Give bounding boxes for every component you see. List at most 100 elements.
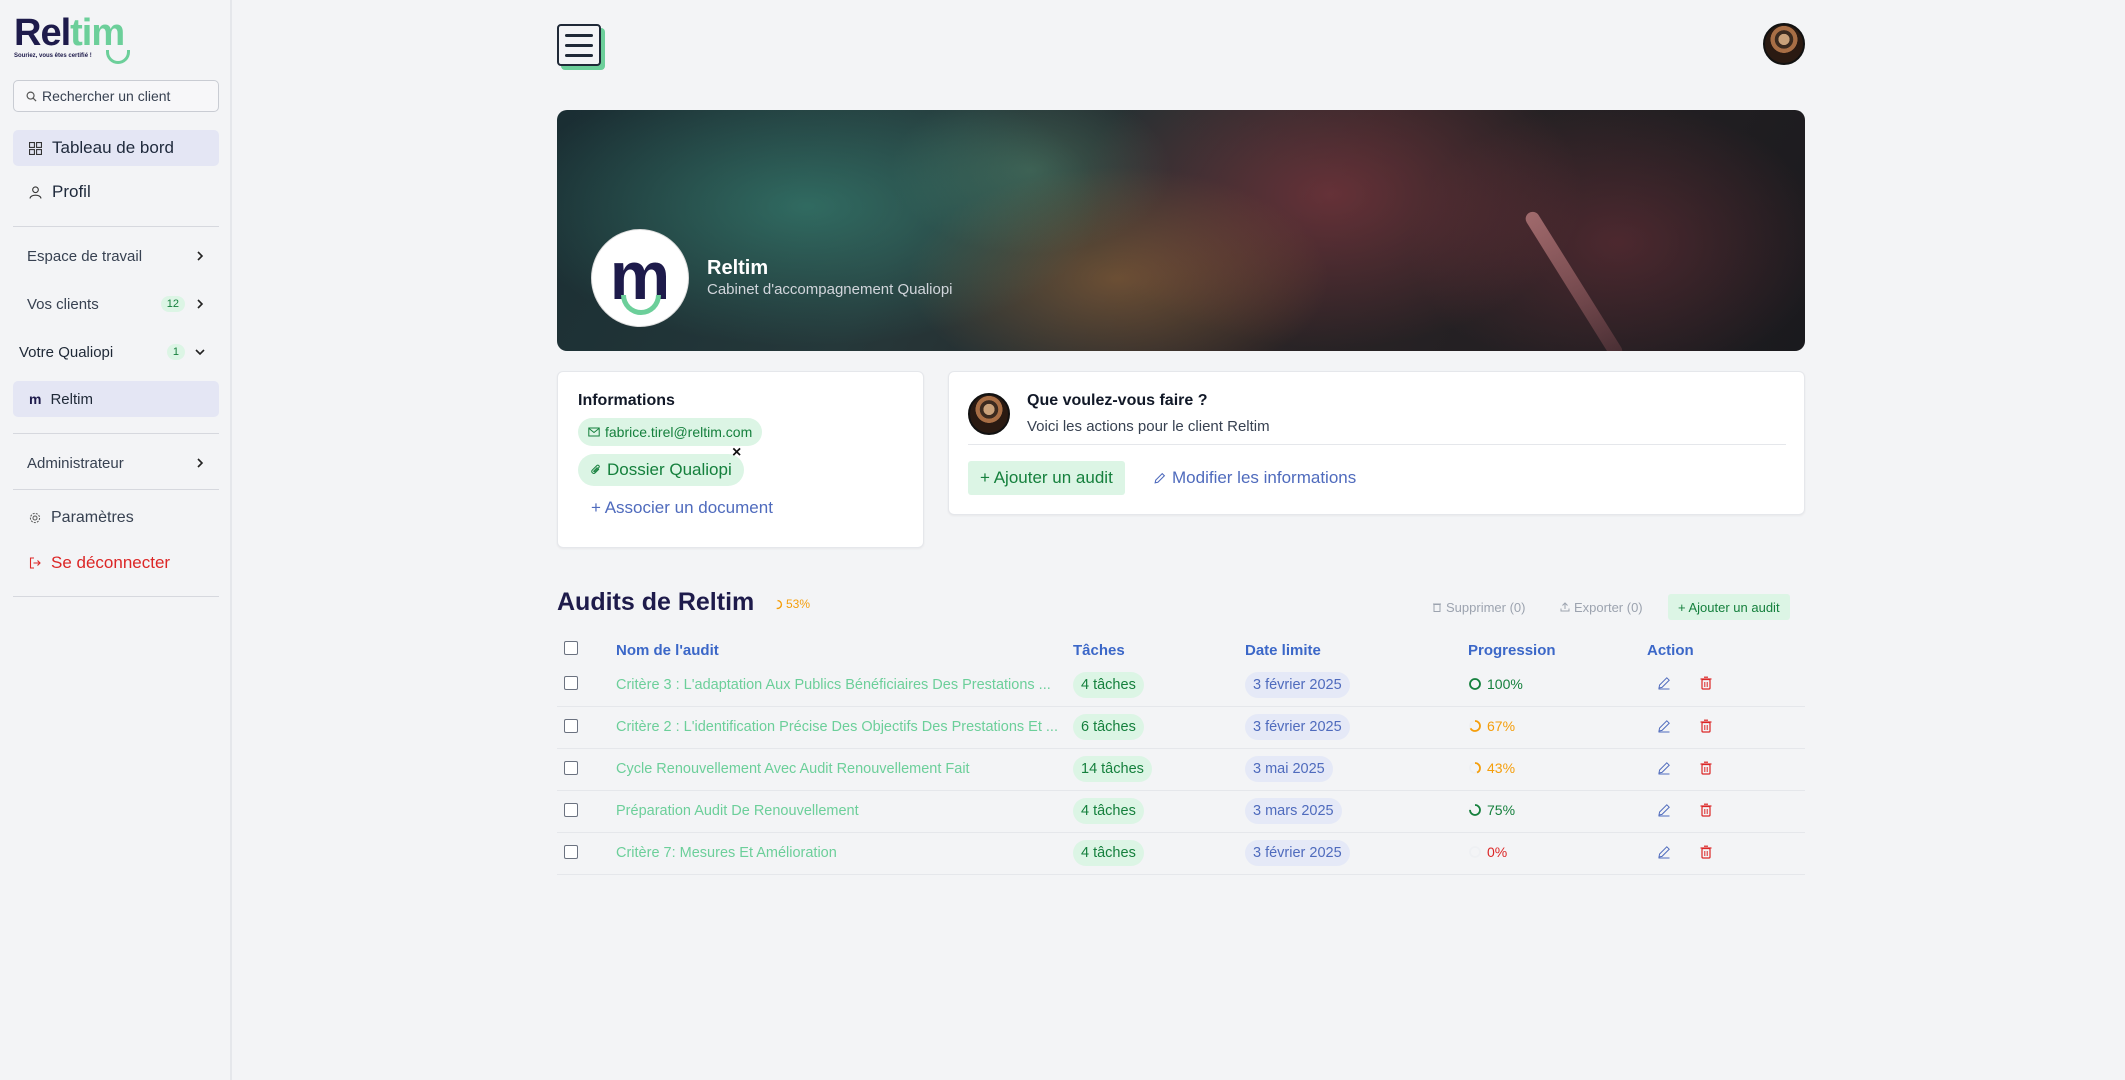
nav-profile-label: Profil <box>52 182 91 201</box>
delete-selected-button[interactable]: Supprimer (0) <box>1432 594 1525 620</box>
nav-admin-label: Administrateur <box>27 454 124 472</box>
logo-wordmark: Reltim <box>14 14 144 52</box>
logout-button[interactable]: Se déconnecter <box>29 549 170 577</box>
search-placeholder: Rechercher un client <box>42 88 171 104</box>
trash-icon[interactable] <box>1699 761 1713 775</box>
tasks-badge: 6 tâches <box>1073 714 1144 740</box>
trash-icon[interactable] <box>1699 845 1713 859</box>
nav-workspace[interactable]: Espace de travail <box>27 242 205 270</box>
chevron-down-icon <box>195 349 205 356</box>
edit-icon[interactable] <box>1657 676 1671 690</box>
column-header-tasks[interactable]: Tâches <box>1073 636 1245 664</box>
tasks-cell: 6 tâches <box>1073 706 1245 749</box>
tasks-cell: 4 tâches <box>1073 790 1245 833</box>
menu-line <box>565 43 593 47</box>
logout-label: Se déconnecter <box>51 553 171 572</box>
audit-name-link[interactable]: Critère 7: Mesures Et Amélioration <box>616 845 1059 861</box>
nav-clients[interactable]: Vos clients 12 <box>27 290 205 318</box>
nav-qualiopi[interactable]: Votre Qualiopi 1 <box>19 338 205 366</box>
audit-name-link[interactable]: Critère 3 : L'adaptation Aux Publics Bén… <box>616 677 1059 693</box>
trash-icon <box>1433 603 1441 612</box>
audit-name-link[interactable]: Préparation Audit De Renouvellement <box>616 803 1059 819</box>
edit-icon[interactable] <box>1657 761 1671 775</box>
export-button[interactable]: Exporter (0) <box>1560 594 1643 620</box>
trash-icon[interactable] <box>1699 803 1713 817</box>
trash-icon[interactable] <box>1699 719 1713 733</box>
nav-qualiopi-label: Votre Qualiopi <box>19 343 114 361</box>
deadline-badge: 3 février 2025 <box>1245 714 1350 740</box>
nav-qualiopi-reltim[interactable]: m Reltim <box>13 381 219 417</box>
row-checkbox[interactable] <box>564 802 578 817</box>
remove-document-button[interactable]: × <box>732 444 741 462</box>
informations-title: Informations <box>578 392 675 409</box>
action-cell <box>1647 790 1805 833</box>
select-all-checkbox[interactable] <box>564 641 578 655</box>
overall-progress-value: 53% <box>786 597 811 611</box>
nav-settings-label: Paramètres <box>51 509 134 526</box>
progress-cell: 67% <box>1468 706 1647 749</box>
nav-dashboard-label: Tableau de bord <box>52 138 174 157</box>
tasks-badge: 14 tâches <box>1073 756 1152 782</box>
audit-name-cell: Critère 7: Mesures Et Amélioration <box>616 832 1073 875</box>
edit-info-button[interactable]: Modifier les informations <box>1153 461 1356 495</box>
progress-indicator: 43% <box>1468 760 1515 776</box>
row-actions <box>1647 803 1713 817</box>
audit-name-link[interactable]: Critère 2 : L'identification Précise Des… <box>616 719 1059 735</box>
associate-document-link[interactable]: + Associer un document <box>591 498 773 518</box>
trash-icon[interactable] <box>1699 676 1713 690</box>
chevron-right-icon <box>197 251 204 261</box>
row-checkbox-cell <box>557 832 616 875</box>
chevron-right-icon <box>197 299 204 309</box>
reltim-logo[interactable]: Reltim Souriez, vous êtes certifié ! <box>14 14 144 64</box>
client-banner <box>557 110 1805 351</box>
column-header-progress[interactable]: Progression <box>1468 636 1647 664</box>
email-chip[interactable]: fabrice.tirel@reltim.com <box>578 418 763 446</box>
progress-ring-icon <box>1469 720 1481 732</box>
row-checkbox-cell <box>557 790 616 833</box>
row-checkbox[interactable] <box>564 760 578 775</box>
client-search-input[interactable]: Rechercher un client <box>13 80 219 112</box>
table-row: Cycle Renouvellement Avec Audit Renouvel… <box>557 748 1805 791</box>
banner-decoration <box>1523 209 1625 351</box>
progress-value: 43% <box>1487 760 1516 776</box>
table-row: Critère 3 : L'adaptation Aux Publics Bén… <box>557 664 1805 707</box>
column-header-action: Action <box>1647 641 1694 659</box>
tasks-badge: 4 tâches <box>1073 840 1144 866</box>
upload-icon <box>1560 602 1570 612</box>
add-audit-toolbar-button[interactable]: + Ajouter un audit <box>1668 594 1790 620</box>
add-audit-button[interactable]: + Ajouter un audit <box>968 461 1125 495</box>
action-cell <box>1647 664 1805 707</box>
menu-line <box>565 33 593 37</box>
edit-icon[interactable] <box>1657 845 1671 859</box>
edit-icon[interactable] <box>1657 719 1671 733</box>
nav-admin[interactable]: Administrateur <box>27 449 205 477</box>
document-name: Dossier Qualiopi <box>607 460 732 479</box>
progress-indicator: 0% <box>1468 844 1507 860</box>
column-header-deadline[interactable]: Date limite <box>1245 636 1468 664</box>
document-chip[interactable]: Dossier Qualiopi <box>578 454 744 486</box>
nav-dashboard[interactable]: Tableau de bord <box>13 130 219 166</box>
gear-icon <box>29 512 41 524</box>
audit-name-link[interactable]: Cycle Renouvellement Avec Audit Renouvel… <box>616 761 1059 777</box>
nav-settings[interactable]: Paramètres <box>29 504 134 532</box>
hamburger-menu-button[interactable] <box>557 24 601 66</box>
edit-icon[interactable] <box>1657 803 1671 817</box>
row-checkbox[interactable] <box>564 718 578 733</box>
row-checkbox-cell <box>557 664 616 707</box>
row-checkbox[interactable] <box>564 844 578 859</box>
nav-qualiopi-right: 1 <box>166 344 205 360</box>
nav-profile[interactable]: Profil <box>13 174 219 210</box>
user-avatar[interactable] <box>1763 23 1805 65</box>
column-header-name[interactable]: Nom de l'audit <box>616 636 1073 664</box>
divider <box>13 226 219 227</box>
audit-name-cell: Préparation Audit De Renouvellement <box>616 790 1073 833</box>
email-value: fabrice.tirel@reltim.com <box>605 424 753 440</box>
progress-value: 67% <box>1487 718 1516 734</box>
table-row: Critère 2 : L'identification Précise Des… <box>557 706 1805 749</box>
progress-ring-icon <box>1469 762 1481 774</box>
deadline-cell: 3 février 2025 <box>1245 706 1468 749</box>
row-checkbox[interactable] <box>564 676 578 691</box>
progress-indicator: 100% <box>1468 676 1523 692</box>
actions-avatar <box>968 393 1010 435</box>
row-checkbox-cell <box>557 748 616 791</box>
